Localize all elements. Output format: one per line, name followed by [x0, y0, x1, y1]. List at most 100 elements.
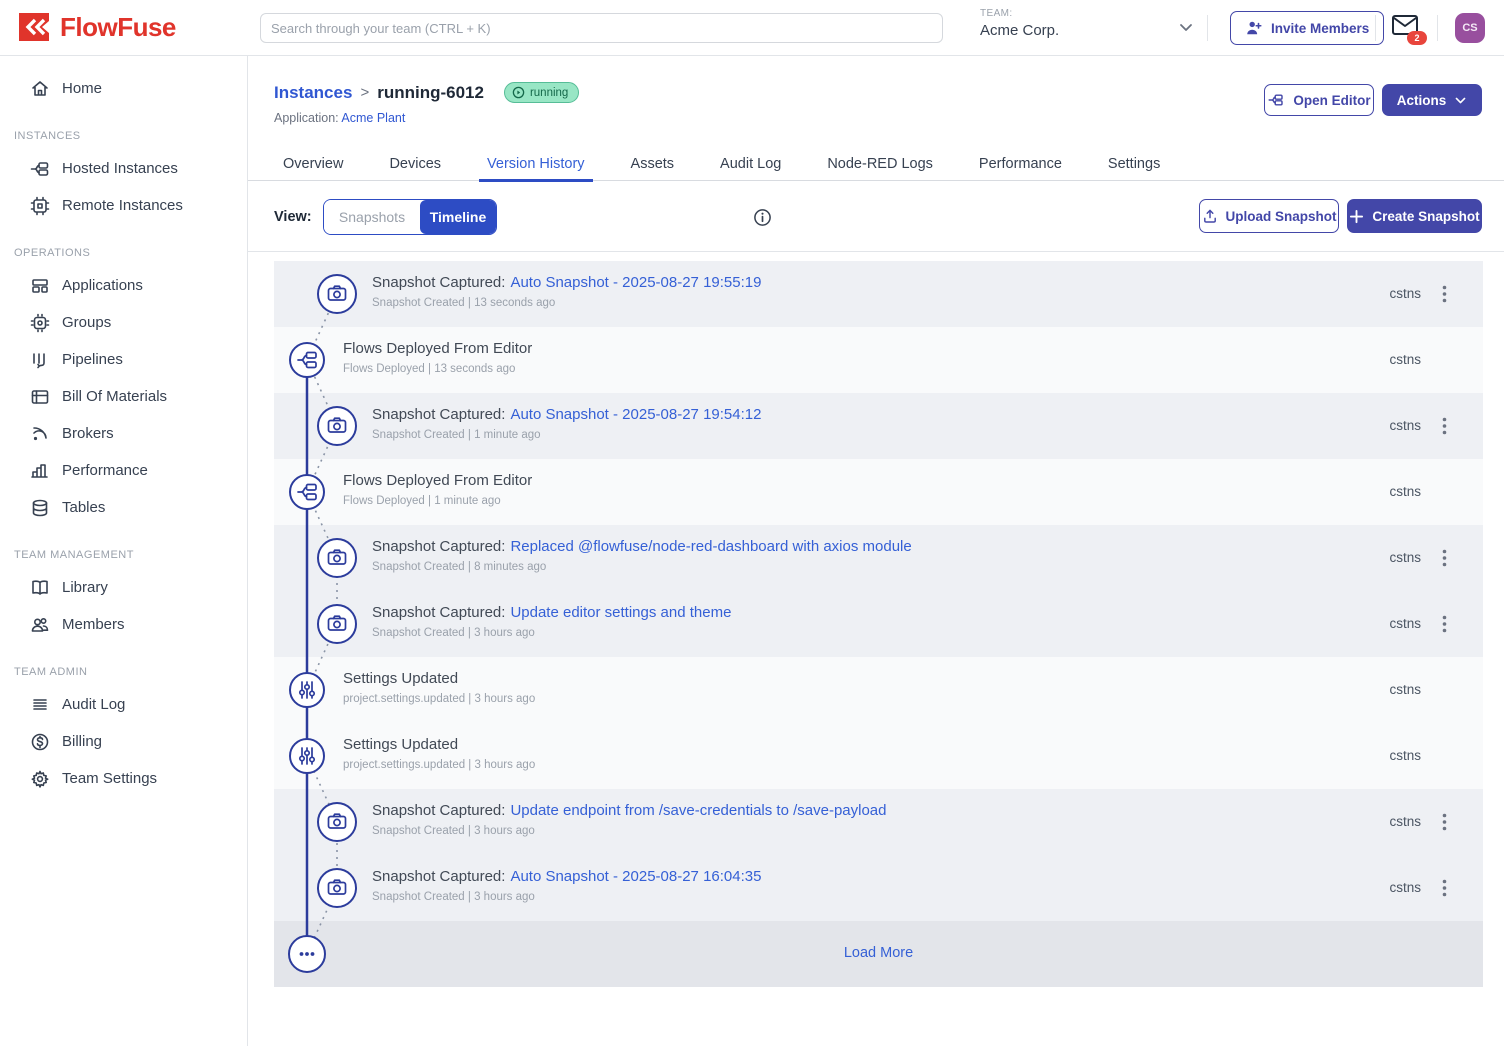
team-label: TEAM: [980, 8, 1059, 19]
sidebar-item-home[interactable]: Home [0, 70, 247, 107]
event-title: Flows Deployed From Editor [343, 340, 532, 357]
sidebar-item-label: Brokers [62, 425, 114, 442]
sidebar-item-performance[interactable]: Performance [0, 452, 247, 489]
sidebar-item-label: Applications [62, 277, 143, 294]
create-snapshot-button[interactable]: Create Snapshot [1347, 199, 1482, 233]
load-more-link[interactable]: Load More [274, 945, 1483, 961]
sidebar-item-brokers[interactable]: Brokers [0, 415, 247, 452]
timeline-meta: Snapshot Created | 13 seconds ago [372, 297, 761, 309]
snapshot-title: Snapshot Captured: [372, 538, 505, 555]
timeline-meta: project.settings.updated | 3 hours ago [343, 693, 535, 705]
sidebar-item-hosted-instances[interactable]: Hosted Instances [0, 150, 247, 187]
timeline-meta: Flows Deployed | 1 minute ago [343, 495, 532, 507]
running-status-icon [512, 86, 525, 99]
tab-version-history[interactable]: Version History [487, 148, 585, 181]
toggle-snapshots[interactable]: Snapshots [324, 200, 420, 234]
snapshot-link[interactable]: Update endpoint from /save-credentials t… [510, 802, 886, 819]
sidebar-item-groups[interactable]: Groups [0, 304, 247, 341]
sidebar-item-library[interactable]: Library [0, 569, 247, 606]
sidebar-section-team-management: TEAM MANAGEMENT [0, 526, 247, 569]
application-label: Application: [274, 111, 339, 125]
timeline-user: cstns [1389, 682, 1421, 697]
brokers-icon [30, 424, 50, 444]
timeline-user: cstns [1389, 748, 1421, 763]
sidebar-item-label: Library [62, 579, 108, 596]
team-selector[interactable]: TEAM: Acme Corp. [980, 8, 1059, 39]
timeline-row-event: Settings Updated project.settings.update… [274, 723, 1483, 789]
tables-icon [30, 498, 50, 518]
snapshot-link[interactable]: Update editor settings and theme [510, 604, 731, 621]
timeline-row-snapshot: Snapshot Captured: Auto Snapshot - 2025-0… [274, 261, 1483, 327]
version-timeline: Snapshot Captured: Auto Snapshot - 2025-0… [274, 261, 1483, 987]
sidebar-item-billing[interactable]: Billing [0, 723, 247, 760]
timeline-user: cstns [1389, 418, 1421, 433]
breadcrumb-instances-link[interactable]: Instances [274, 83, 352, 103]
open-editor-button[interactable]: Open Editor [1264, 84, 1374, 116]
search-input[interactable] [260, 13, 943, 43]
sidebar-item-remote-instances[interactable]: Remote Instances [0, 187, 247, 224]
sidebar-item-label: Remote Instances [62, 197, 183, 214]
hosted-instances-icon [30, 159, 50, 179]
sidebar-item-label: Pipelines [62, 351, 123, 368]
page-title: running-6012 [377, 83, 484, 103]
sidebar-section-instances: INSTANCES [0, 107, 247, 150]
actions-button[interactable]: Actions [1382, 84, 1482, 116]
sidebar-item-tables[interactable]: Tables [0, 489, 247, 526]
timeline-row-event: Flows Deployed From Editor Flows Deploye… [274, 327, 1483, 393]
tab-performance[interactable]: Performance [979, 148, 1062, 181]
flowfuse-logo[interactable]: FlowFuse [16, 11, 176, 43]
chevron-down-icon[interactable] [1178, 19, 1194, 35]
tab-overview[interactable]: Overview [283, 148, 343, 181]
snapshot-title: Snapshot Captured: [372, 274, 505, 291]
sidebar-item-applications[interactable]: Applications [0, 267, 247, 304]
sidebar-item-members[interactable]: Members [0, 606, 247, 643]
timeline-user: cstns [1389, 880, 1421, 895]
kebab-menu-button[interactable] [1433, 282, 1455, 306]
snapshot-title: Snapshot Captured: [372, 604, 505, 621]
kebab-menu-button[interactable] [1433, 810, 1455, 834]
toggle-timeline[interactable]: Timeline [420, 200, 496, 234]
application-link[interactable]: Acme Plant [341, 111, 405, 125]
sidebar-item-label: Hosted Instances [62, 160, 178, 177]
tab-node-red-logs[interactable]: Node-RED Logs [827, 148, 933, 181]
timeline-meta: Snapshot Created | 8 minutes ago [372, 561, 912, 573]
sidebar-item-team-settings[interactable]: Team Settings [0, 760, 247, 797]
sidebar-item-pipelines[interactable]: Pipelines [0, 341, 247, 378]
divider [1437, 15, 1438, 41]
timeline-row-snapshot: Snapshot Captured:Auto Snapshot - 2025-0… [274, 855, 1483, 921]
user-avatar[interactable]: CS [1455, 13, 1485, 43]
sidebar-item-audit-log[interactable]: Audit Log [0, 686, 247, 723]
tab-assets[interactable]: Assets [631, 148, 675, 181]
timeline-user: cstns [1389, 484, 1421, 499]
snapshot-link[interactable]: Replaced @flowfuse/node-red-dashboard wi… [510, 538, 911, 555]
timeline-meta: Snapshot Created | 3 hours ago [372, 627, 731, 639]
snapshot-title: Snapshot Captured: [372, 802, 505, 819]
tab-audit-log[interactable]: Audit Log [720, 148, 781, 181]
timeline-meta: Snapshot Created | 3 hours ago [372, 825, 887, 837]
timeline-user: cstns [1389, 616, 1421, 631]
kebab-menu-button[interactable] [1433, 546, 1455, 570]
kebab-menu-button[interactable] [1433, 414, 1455, 438]
timeline-row-snapshot: Snapshot Captured: Update endpoint from /… [274, 789, 1483, 855]
sidebar-item-bill-of-materials[interactable]: Bill Of Materials [0, 378, 247, 415]
notifications-button[interactable]: 2 [1391, 13, 1421, 43]
members-icon [30, 615, 50, 635]
tab-settings[interactable]: Settings [1108, 148, 1160, 181]
tab-devices[interactable]: Devices [389, 148, 441, 181]
kebab-menu-button[interactable] [1433, 612, 1455, 636]
chevron-down-icon [1454, 94, 1467, 107]
sidebar-section-team-admin: TEAM ADMIN [0, 643, 247, 686]
info-icon[interactable] [753, 208, 772, 227]
invite-members-button[interactable]: Invite Members [1230, 11, 1384, 45]
snapshot-link[interactable]: Auto Snapshot - 2025-08-27 16:04:35 [510, 868, 761, 885]
kebab-menu-button[interactable] [1433, 876, 1455, 900]
sidebar-item-label: Bill Of Materials [62, 388, 167, 405]
upload-snapshot-button[interactable]: Upload Snapshot [1199, 199, 1339, 233]
application-line: Application: Acme Plant [274, 111, 405, 125]
version-history-toolbar: View: Snapshots Timeline Upload Snapshot… [248, 181, 1504, 252]
main-content: Instances > running-6012 running Applica… [248, 56, 1504, 1046]
snapshot-link[interactable]: Auto Snapshot - 2025-08-27 19:55:19 [510, 274, 761, 291]
user-plus-icon [1245, 19, 1263, 37]
snapshot-link[interactable]: Auto Snapshot - 2025-08-27 19:54:12 [510, 406, 761, 423]
breadcrumb-separator: > [360, 84, 369, 101]
